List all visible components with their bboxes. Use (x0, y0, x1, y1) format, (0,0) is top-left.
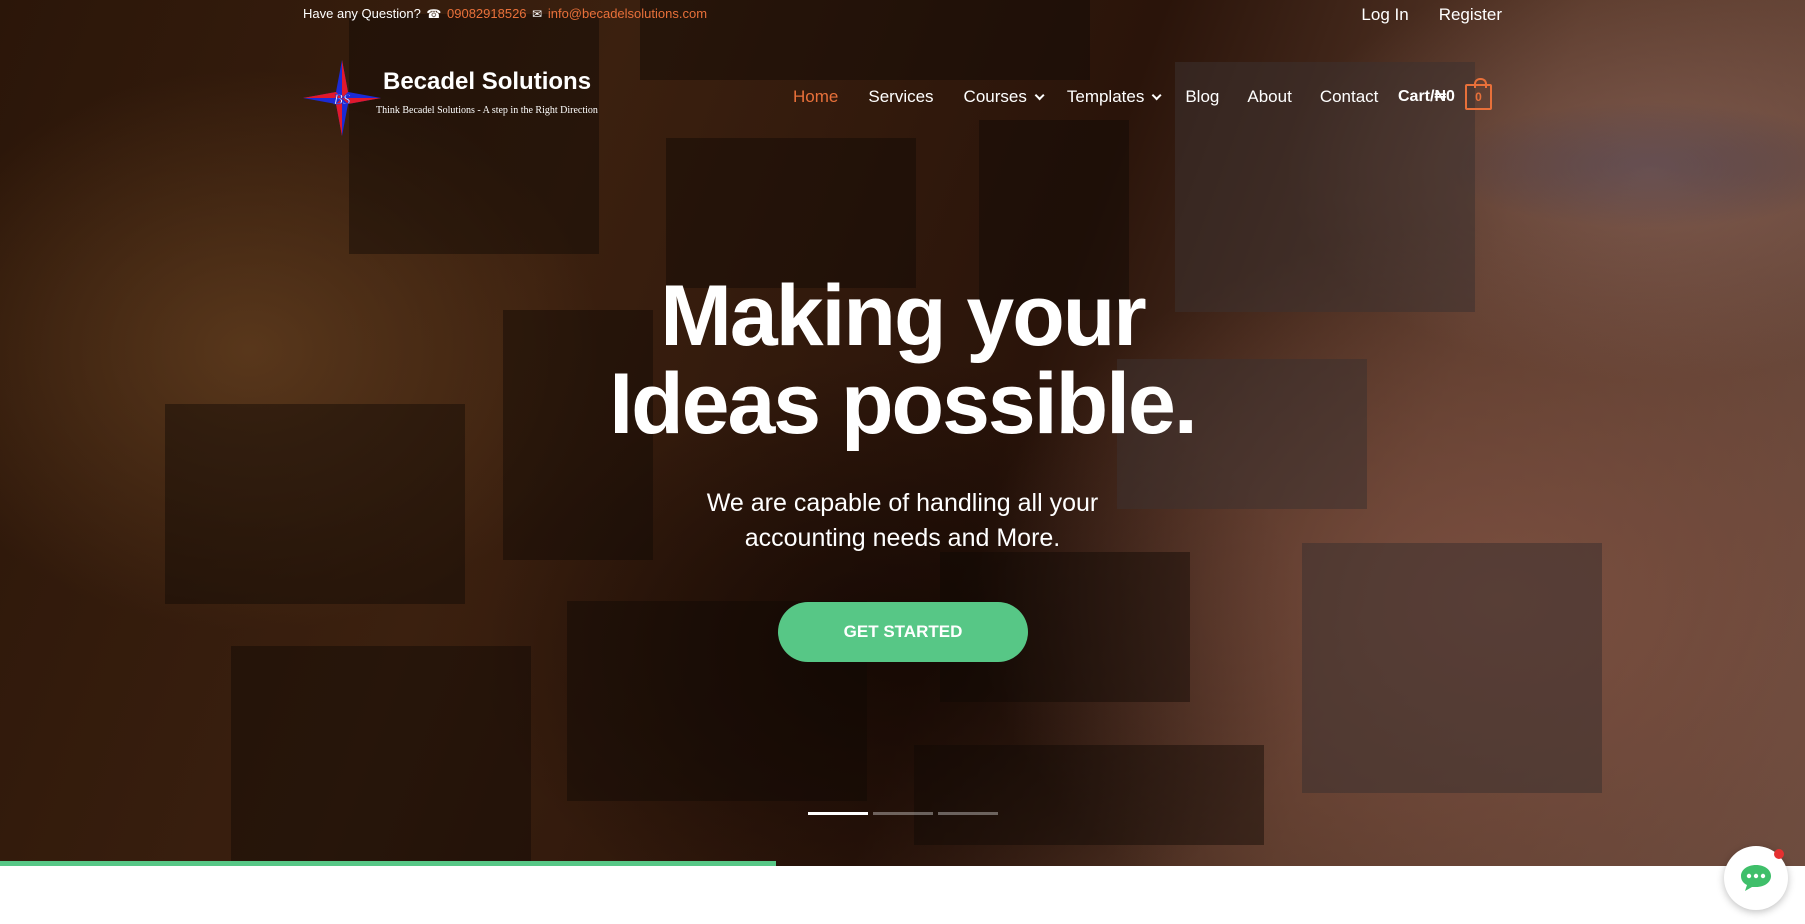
decor-tile (914, 745, 1264, 845)
chat-icon (1741, 865, 1771, 891)
subheadline-line-2: accounting needs and More. (744, 524, 1061, 552)
nav-item-home[interactable]: Home (793, 87, 838, 107)
nav-item-about[interactable]: About (1247, 87, 1291, 107)
cart-label: Cart/ (1398, 88, 1435, 105)
cart-bag-icon: 0 (1464, 78, 1492, 110)
decor-tile (666, 138, 916, 288)
phone-icon: ☎ (426, 7, 442, 21)
nav-item-contact[interactable]: Contact (1320, 87, 1379, 107)
slider-pagination (808, 812, 998, 815)
brand-name: Becadel Solutions (383, 68, 592, 95)
slider-progress-bar (0, 861, 777, 866)
cart-button[interactable]: Cart/₦0 0 (1398, 78, 1492, 110)
slider-dot[interactable] (808, 812, 868, 815)
headline-line-1: Making your (660, 268, 1147, 364)
email-link[interactable]: info@becadelsolutions.com (548, 6, 707, 21)
auth-links: Log In Register (1361, 5, 1502, 25)
headline-line-2: Ideas possible. (609, 356, 1198, 452)
hero-slider: Have any Question? ☎ 09082918526 ✉ info@… (0, 0, 1805, 866)
chat-notification-badge (1774, 849, 1784, 859)
nav-item-courses[interactable]: Courses (964, 87, 1045, 107)
cart-amount: ₦0 (1434, 88, 1455, 105)
logo-star-icon: BS (303, 60, 381, 136)
cart-count: 0 (1475, 90, 1482, 104)
hero-headline: Making your Ideas possible. (0, 272, 1805, 448)
nav-item-blog[interactable]: Blog (1185, 87, 1219, 107)
nav-item-templates[interactable]: Templates (1067, 87, 1162, 107)
subheadline-line-1: We are capable of handling all your (706, 489, 1099, 517)
main-nav: Home Services Courses Templates Blog Abo… (793, 87, 1378, 107)
nav-item-services[interactable]: Services (868, 87, 933, 107)
logo-monogram: BS (334, 92, 351, 108)
chevron-down-icon (1034, 89, 1045, 100)
register-link[interactable]: Register (1439, 5, 1502, 25)
slider-dot[interactable] (938, 812, 998, 815)
brand-tagline: Think Becadel Solutions - A step in the … (376, 105, 598, 116)
hero-subheadline: We are capable of handling all your acco… (0, 486, 1805, 556)
chevron-down-icon (1152, 89, 1162, 100)
contact-topbar: Have any Question? ☎ 09082918526 ✉ info@… (303, 6, 707, 21)
decor-tile (640, 0, 1090, 80)
chat-widget-button[interactable] (1724, 846, 1788, 910)
question-label: Have any Question? (303, 6, 421, 21)
site-logo[interactable]: BS Becadel Solutions Think Becadel Solut… (303, 58, 613, 138)
get-started-button[interactable]: GET STARTED (778, 602, 1028, 662)
decor-tile (231, 646, 531, 866)
decor-tile (1302, 543, 1602, 793)
mail-icon: ✉ (532, 7, 543, 21)
login-link[interactable]: Log In (1361, 5, 1408, 25)
phone-link[interactable]: 09082918526 (447, 6, 527, 21)
slider-dot[interactable] (873, 812, 933, 815)
